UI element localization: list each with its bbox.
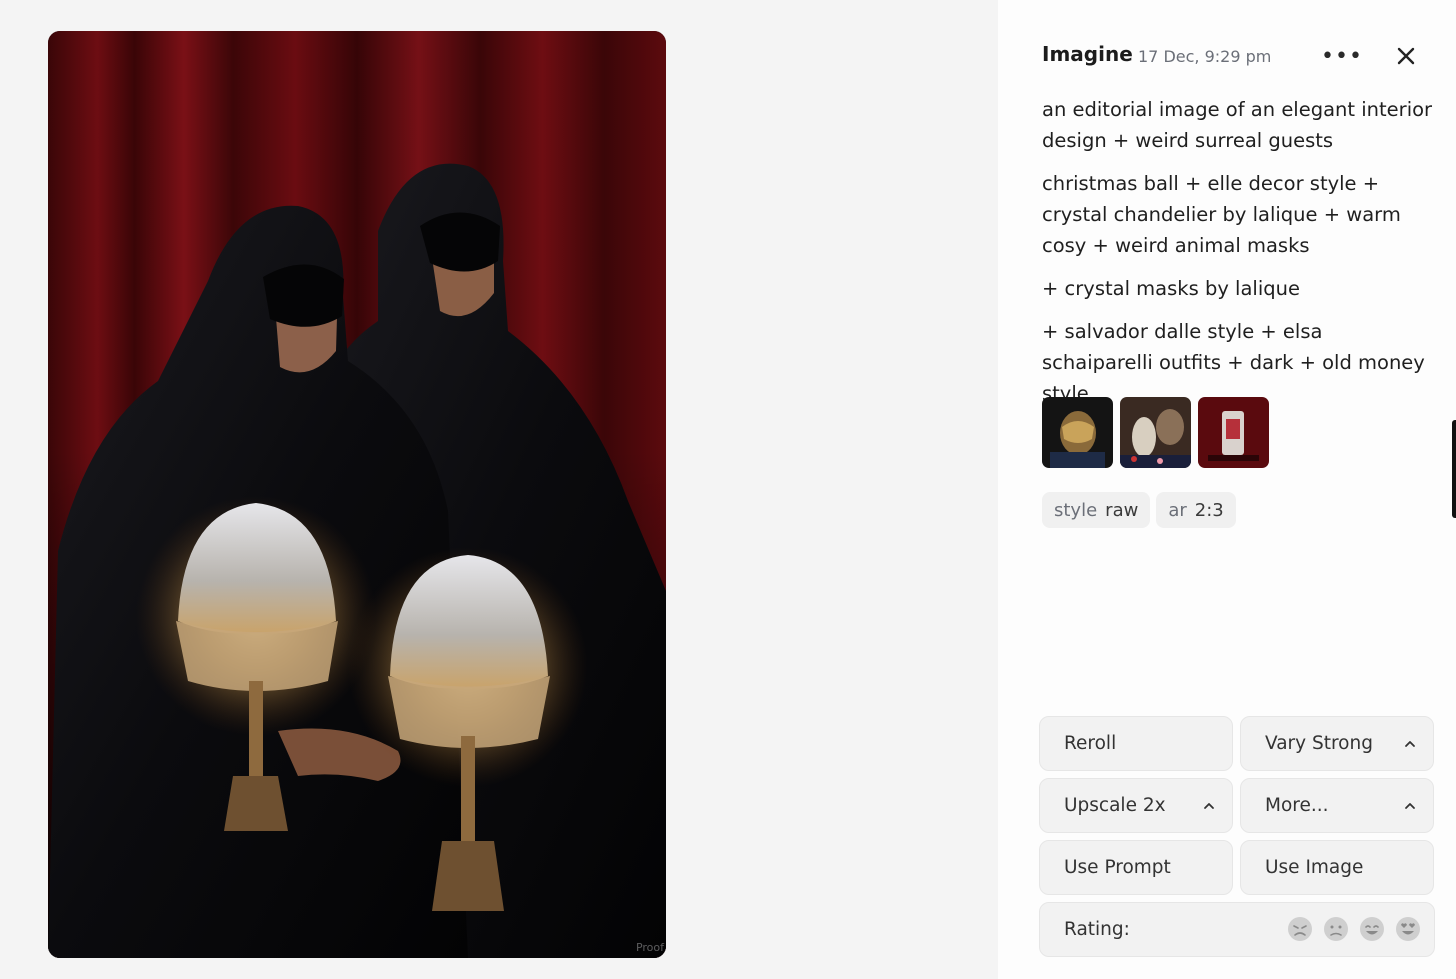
panel-header: Imagine 17 Dec, 9:29 pm ••• (1042, 42, 1456, 72)
button-label: Reroll (1064, 733, 1117, 754)
parameter-tags: style raw ar 2:3 (1042, 492, 1236, 528)
heart-eyes-face-icon[interactable] (1394, 915, 1422, 943)
image-viewer: Proof (0, 0, 998, 979)
ellipsis-icon: ••• (1321, 43, 1363, 69)
panel-resize-handle[interactable] (1452, 420, 1456, 518)
vary-strong-button[interactable]: Vary Strong (1240, 716, 1434, 771)
reference-image[interactable] (1042, 397, 1113, 468)
smiling-face-icon[interactable] (1358, 915, 1386, 943)
button-label: Use Image (1265, 857, 1364, 878)
tag-aspect-ratio[interactable]: ar 2:3 (1156, 492, 1236, 528)
job-type-title: Imagine (1042, 42, 1133, 66)
reference-image[interactable] (1120, 397, 1191, 468)
upscale-button[interactable]: Upscale 2x (1039, 778, 1233, 833)
prompt-line: + salvador dalle style + elsa schaiparel… (1042, 320, 1425, 405)
use-prompt-button[interactable]: Use Prompt (1039, 840, 1233, 895)
chevron-up-icon (1204, 803, 1214, 809)
close-button[interactable] (1388, 38, 1424, 74)
sad-face-icon[interactable] (1322, 915, 1350, 943)
prompt-line: an editorial image of an elegant interio… (1042, 98, 1433, 152)
more-button[interactable]: More... (1240, 778, 1434, 833)
reference-images (1042, 397, 1269, 468)
button-label: More... (1265, 795, 1329, 816)
button-label: Upscale 2x (1064, 795, 1166, 816)
tag-value: raw (1105, 499, 1139, 521)
reroll-button[interactable]: Reroll (1039, 716, 1233, 771)
details-panel: Imagine 17 Dec, 9:29 pm ••• an editorial… (998, 0, 1456, 979)
tag-key: style (1054, 499, 1098, 521)
crying-face-icon[interactable] (1286, 915, 1314, 943)
prompt-line: christmas ball + elle decor style + crys… (1042, 172, 1401, 257)
tag-key: ar (1168, 499, 1187, 521)
chevron-up-icon (1405, 803, 1415, 809)
rating-label: Rating: (1064, 919, 1130, 940)
reference-image[interactable] (1198, 397, 1269, 468)
button-label: Use Prompt (1064, 857, 1171, 878)
button-label: Vary Strong (1265, 733, 1373, 754)
tag-value: 2:3 (1194, 499, 1224, 521)
watermark-text: Proof (635, 941, 664, 954)
close-icon (1397, 47, 1415, 65)
rating-bar: Rating: (1039, 902, 1435, 957)
prompt-text: an editorial image of an elegant interio… (1042, 94, 1438, 421)
chevron-up-icon (1405, 741, 1415, 747)
prompt-line: + crystal masks by lalique (1042, 277, 1300, 300)
job-timestamp: 17 Dec, 9:29 pm (1138, 47, 1272, 66)
generated-image[interactable]: Proof (48, 31, 666, 958)
tag-style[interactable]: style raw (1042, 492, 1151, 528)
rating-faces (1286, 915, 1422, 943)
generated-image-artwork (48, 31, 666, 958)
use-image-button[interactable]: Use Image (1240, 840, 1434, 895)
more-options-button[interactable]: ••• (1321, 38, 1363, 74)
